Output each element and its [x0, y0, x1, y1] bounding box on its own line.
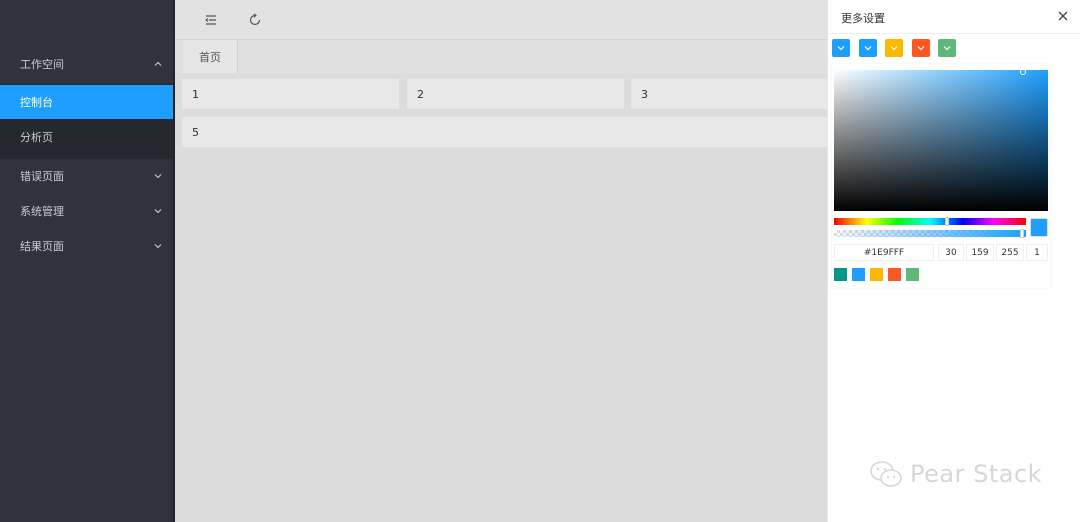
theme-swatch-button[interactable]: [938, 39, 956, 57]
top-header: [175, 0, 827, 40]
chevron-down-icon: [837, 46, 845, 51]
tab-label: 首页: [199, 50, 221, 64]
sidebar-item-label: 错误页面: [20, 170, 64, 183]
content-card: 2: [407, 79, 624, 109]
sidebar-item-console[interactable]: 控制台: [0, 85, 175, 119]
sidebar-item-result-pages[interactable]: 结果页面: [0, 229, 175, 263]
sidebar-item-label: 分析页: [20, 131, 53, 144]
preset-color-swatch[interactable]: [870, 268, 883, 281]
chevron-down-icon: [917, 46, 925, 51]
chevron-down-icon: [154, 244, 162, 249]
tab-home[interactable]: 首页: [183, 40, 238, 73]
sidebar-item-label: 控制台: [20, 96, 53, 109]
sidebar: 工作空间 控制台 分析页 错误页面 系统管理 结果页面: [0, 0, 175, 522]
green-input[interactable]: 159: [966, 244, 994, 261]
chevron-down-icon: [864, 46, 872, 51]
sidebar-item-label: 系统管理: [20, 205, 64, 218]
chevron-down-icon: [890, 46, 898, 51]
preset-color-swatch[interactable]: [852, 268, 865, 281]
red-input[interactable]: 30: [938, 244, 964, 261]
watermark-text: Pear Stack: [910, 460, 1043, 488]
sidebar-item-error-pages[interactable]: 错误页面: [0, 159, 175, 193]
alpha-slider-thumb[interactable]: [1020, 229, 1024, 238]
watermark: Pear Stack: [868, 459, 1042, 489]
wechat-icon: [870, 461, 902, 487]
card-label: 3: [641, 87, 648, 101]
preset-color-swatch[interactable]: [834, 268, 847, 281]
theme-swatch-button[interactable]: [885, 39, 903, 57]
blue-input[interactable]: 255: [996, 244, 1024, 261]
sidebar-item-workspace[interactable]: 工作空间: [0, 47, 175, 81]
card-label: 5: [192, 125, 199, 139]
sidebar-item-analysis[interactable]: 分析页: [0, 120, 175, 154]
color-picker: #1E9FFF 30 159 255 1: [832, 64, 1050, 288]
content-card: 5: [182, 117, 827, 147]
theme-swatch-button[interactable]: [832, 39, 850, 57]
hue-slider-thumb[interactable]: [945, 217, 949, 226]
tab-bar: 首页: [175, 40, 827, 73]
saturation-handle[interactable]: [1020, 69, 1026, 75]
color-preview: [1030, 218, 1048, 237]
sidebar-logo-area: [0, 0, 175, 46]
chevron-down-icon: [943, 46, 951, 51]
saturation-value-area[interactable]: [834, 69, 1048, 211]
theme-swatch-button[interactable]: [912, 39, 930, 57]
alpha-slider[interactable]: [834, 229, 1026, 238]
chevron-down-icon: [154, 209, 162, 214]
preset-color-swatch[interactable]: [906, 268, 919, 281]
hue-slider[interactable]: [834, 217, 1026, 226]
hex-input[interactable]: #1E9FFF: [834, 244, 934, 261]
alpha-input[interactable]: 1: [1026, 244, 1048, 261]
chevron-down-icon: [154, 174, 162, 179]
content-card: 3: [631, 79, 827, 109]
refresh-icon[interactable]: [247, 12, 263, 28]
sidebar-item-system-management[interactable]: 系统管理: [0, 194, 175, 228]
sidebar-item-label: 结果页面: [20, 240, 64, 253]
theme-swatch-button[interactable]: [859, 39, 877, 57]
settings-panel: 更多设置 #1E9FFF 30 159 255 1: [827, 0, 1080, 522]
preset-color-swatch[interactable]: [888, 268, 901, 281]
card-label: 2: [417, 87, 424, 101]
panel-title: 更多设置: [841, 12, 885, 25]
menu-fold-icon[interactable]: [203, 12, 219, 28]
close-icon[interactable]: [1056, 9, 1070, 23]
chevron-up-icon: [154, 61, 162, 66]
main-area: 首页 1 2 3 5: [175, 0, 827, 522]
sidebar-item-label: 工作空间: [20, 58, 64, 71]
content-card: 1: [182, 79, 399, 109]
panel-header: 更多设置: [828, 0, 1080, 34]
card-label: 1: [192, 87, 199, 101]
